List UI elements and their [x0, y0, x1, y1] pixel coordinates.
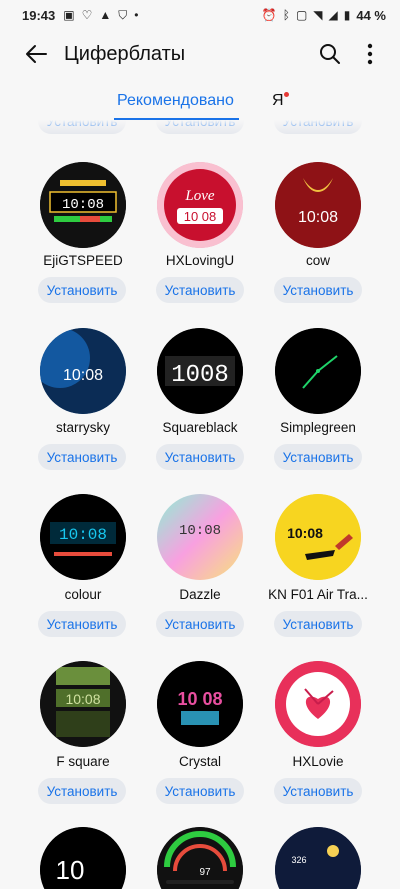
- notification-dot: [283, 92, 289, 97]
- face-value: 326: [291, 855, 306, 865]
- face-time: 10 08: [177, 689, 222, 709]
- watchface-name: HXLovie: [292, 754, 344, 769]
- page-title: Циферблаты: [64, 42, 186, 65]
- signal-icon: ◢: [328, 8, 338, 22]
- face-time: 10:08: [59, 526, 107, 544]
- watchface-name: colour: [64, 587, 102, 602]
- face-value: 97: [199, 867, 211, 878]
- tab-recommended[interactable]: Рекомендовано: [117, 92, 234, 110]
- watchface-row5-1-art: 10: [40, 827, 126, 889]
- wifi-icon: ◥: [313, 8, 323, 22]
- watchface-crystal-art: 10 08: [157, 661, 243, 747]
- watchface-preview[interactable]: Love 10 08: [157, 162, 243, 248]
- watchface-ejigtspeed-art: 10:08: [40, 162, 126, 248]
- watchface-preview[interactable]: 10:08: [40, 661, 126, 747]
- install-button[interactable]: Установить: [38, 778, 126, 804]
- install-button[interactable]: Установить: [38, 611, 126, 637]
- back-arrow-icon: [26, 45, 47, 63]
- watchface-preview[interactable]: 326: [275, 827, 361, 889]
- watchface-name: HXLovingU: [165, 253, 235, 268]
- more-vertical-icon: [367, 43, 373, 65]
- app-bar: Циферблаты: [0, 30, 400, 78]
- watchface-name: Crystal: [178, 754, 221, 769]
- install-button[interactable]: Установить: [274, 444, 362, 470]
- watchface-name: Dazzle: [179, 587, 221, 602]
- face-time: 10:08: [179, 523, 221, 539]
- face-time: 10:08: [65, 691, 100, 707]
- face-time: 10:08: [287, 525, 323, 541]
- watchface-grid[interactable]: Установить Установить Установить 10:08 E…: [0, 120, 400, 889]
- face-time: 10: [56, 855, 85, 885]
- shield-icon: ⛉: [118, 7, 128, 22]
- install-button[interactable]: Установить: [274, 778, 362, 804]
- watchface-f-square-art: 10:08: [40, 661, 126, 747]
- watchface-preview[interactable]: 10:08: [275, 162, 361, 248]
- watchface-squareblack-art: 1008: [157, 328, 243, 414]
- face-time: 10:08: [298, 209, 338, 226]
- watchface-hxlovie-art: [275, 661, 361, 747]
- watchface-preview[interactable]: [275, 328, 361, 414]
- watchface-preview[interactable]: 10:08: [40, 162, 126, 248]
- tab-mine-label: Я: [272, 92, 284, 109]
- install-button[interactable]: Установить: [274, 277, 362, 303]
- watchface-hxlovingu-art: Love 10 08: [157, 162, 243, 248]
- box-icon: ▣: [63, 8, 75, 22]
- watchface-colour-art: 10:08: [40, 494, 126, 580]
- bluetooth-icon: ᛒ: [282, 8, 290, 22]
- install-button[interactable]: Установить: [274, 611, 362, 637]
- watchface-name: cow: [305, 253, 330, 268]
- watchface-preview[interactable]: 10 08: [157, 661, 243, 747]
- triangle-icon: ▲: [99, 8, 112, 22]
- watchface-name: starrysky: [56, 420, 110, 435]
- status-bar: 19:43 ▣ ♡ ▲ ⛉ • ⏰ ᛒ ▢ ◥ ◢ ▮ 44 %: [0, 0, 400, 30]
- watchface-name: F square: [56, 754, 110, 769]
- install-button[interactable]: Установить: [156, 444, 244, 470]
- gesture-nav-handle[interactable]: [166, 880, 234, 884]
- face-time: 1008: [171, 362, 229, 389]
- back-button[interactable]: [16, 34, 56, 74]
- heart-icon: ♡: [81, 8, 93, 22]
- install-button[interactable]: Установить: [156, 611, 244, 637]
- watchface-name: Simplegreen: [280, 420, 356, 435]
- alarm-icon: ⏰: [261, 8, 277, 22]
- install-button[interactable]: Установить: [156, 277, 244, 303]
- watchface-preview[interactable]: 10:08: [40, 328, 126, 414]
- watchface-preview[interactable]: 1008: [157, 328, 243, 414]
- install-button[interactable]: Установить: [156, 778, 244, 804]
- dot-icon: •: [134, 8, 139, 22]
- battery-icon: ▮: [343, 8, 351, 22]
- watchface-preview[interactable]: 10:08: [40, 494, 126, 580]
- watchface-name: Squareblack: [162, 420, 238, 435]
- search-button[interactable]: [312, 36, 348, 72]
- svg-text:10 08: 10 08: [184, 209, 217, 224]
- notification-icons: ▣ ♡ ▲ ⛉ •: [63, 8, 138, 23]
- watchface-row5-3-art: 326: [275, 827, 361, 889]
- install-button[interactable]: Установить: [38, 444, 126, 470]
- tab-bar: Рекомендовано Я: [0, 88, 400, 120]
- battery-percent: 44 %: [356, 7, 386, 23]
- install-button[interactable]: Установить: [38, 277, 126, 303]
- watchface-name: KN F01 Air Tra...: [268, 587, 368, 602]
- system-icons: ⏰ ᛒ ▢ ◥ ◢ ▮ 44 %: [262, 8, 386, 23]
- face-word: Love: [184, 188, 215, 204]
- watchface-preview[interactable]: 10: [40, 827, 126, 889]
- face-time: 10:08: [63, 367, 103, 384]
- nfc-icon: ▢: [295, 8, 308, 22]
- scroll-fade: [0, 120, 400, 134]
- watchface-kn-f01-art: 10:08: [275, 494, 361, 580]
- more-button[interactable]: [356, 36, 384, 72]
- watchface-preview[interactable]: 10:08: [157, 494, 243, 580]
- watchface-name: EjiGTSPEED: [43, 253, 123, 268]
- watchface-dazzle-art: 10:08: [179, 523, 221, 539]
- watchface-simplegreen-art: [275, 328, 361, 414]
- watchface-preview[interactable]: [275, 661, 361, 747]
- watchface-cow-art: 10:08: [275, 162, 361, 248]
- face-time: 10:08: [62, 197, 104, 213]
- status-time: 19:43: [22, 7, 56, 23]
- watchface-starrysky-art: 10:08: [40, 328, 126, 414]
- watchface-preview[interactable]: 10:08: [275, 494, 361, 580]
- tab-mine[interactable]: Я: [272, 92, 289, 110]
- search-icon: [320, 44, 340, 64]
